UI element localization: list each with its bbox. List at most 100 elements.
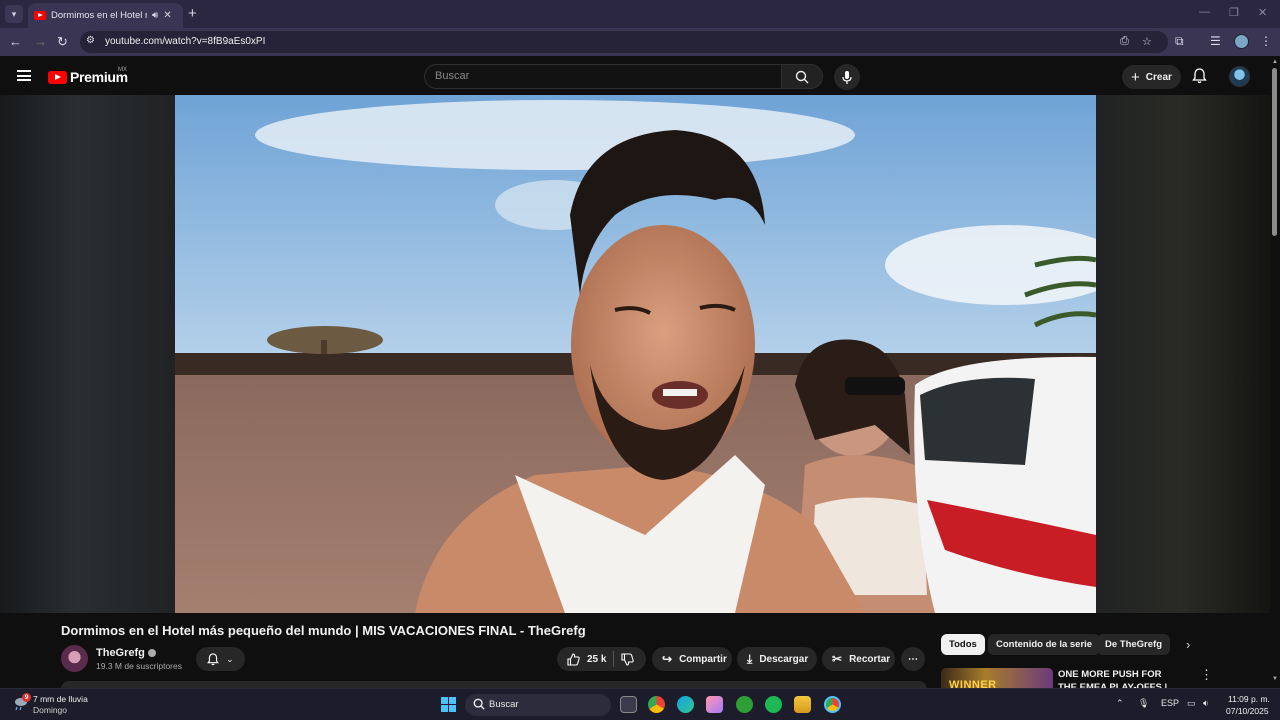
channel-avatar[interactable] — [61, 645, 88, 672]
channel-name-link[interactable]: TheGrefg — [96, 647, 156, 659]
download-label: Descargar — [759, 653, 809, 665]
video-player[interactable] — [175, 95, 1096, 613]
chip-de-thegrefg[interactable]: De TheGrefg — [1097, 634, 1171, 655]
language-indicator[interactable]: ESP — [1161, 698, 1179, 708]
create-label: Crear — [1145, 71, 1172, 83]
search-icon — [473, 698, 485, 710]
scrollbar-thumb[interactable] — [1272, 68, 1277, 236]
create-button[interactable]: + Crear — [1122, 65, 1181, 89]
weather-badge: 9 — [22, 693, 31, 702]
share-button[interactable]: ↪ Compartir — [652, 647, 732, 671]
new-tab-button[interactable]: + — [188, 5, 197, 22]
youtube-header: Premium MX Buscar + Crear — [0, 56, 1270, 95]
account-avatar[interactable] — [1229, 66, 1250, 87]
more-horizontal-icon: ⋯ — [908, 653, 918, 665]
taskbar-search-placeholder: Buscar — [489, 699, 519, 710]
windows-start-icon[interactable] — [441, 697, 456, 712]
download-icon: ⤓ — [747, 651, 753, 666]
clip-label: Recortar — [849, 653, 891, 665]
tab-search-menu-button[interactable]: ▾ — [5, 5, 23, 23]
tab-title: Dormimos en el Hotel más pequeño del mun… — [51, 10, 147, 21]
recommended-more-icon[interactable]: ⋮ — [1200, 667, 1213, 683]
restore-window-button[interactable]: ❐ — [1229, 6, 1239, 19]
chips-next-arrow-icon[interactable]: › — [1186, 637, 1190, 652]
clock-date[interactable]: 07/10/2025 — [1226, 706, 1269, 716]
share-label: Compartir — [679, 653, 727, 665]
thumbs-down-icon[interactable] — [621, 652, 635, 666]
youtube-favicon-icon — [34, 11, 46, 20]
weather-text[interactable]: 7 mm de lluvia — [33, 694, 88, 704]
browser-profile-avatar[interactable] — [1234, 34, 1249, 49]
channel-name: TheGrefg — [96, 647, 145, 659]
bell-icon — [207, 652, 220, 665]
site-info-icon[interactable]: ⚙ — [86, 35, 100, 49]
browser-tab-bar: ▾ Dormimos en el Hotel más pequeño del m… — [0, 0, 1280, 28]
chip-contenido-serie[interactable]: Contenido de la serie — [988, 634, 1101, 655]
clip-button[interactable]: ✂ Recortar — [822, 647, 895, 671]
scroll-up-arrow-icon[interactable]: ▲ — [1272, 59, 1278, 65]
network-icon[interactable]: ▭ — [1187, 698, 1196, 709]
search-icon — [795, 70, 809, 83]
menu-hamburger-icon[interactable] — [17, 70, 31, 81]
video-frame-image — [175, 95, 1096, 613]
youtube-play-logo-icon — [48, 70, 67, 84]
subscription-notifications-button[interactable]: ⌄ — [196, 647, 245, 671]
browser-menu-icon[interactable]: ⋮ — [1260, 34, 1272, 48]
voice-search-button[interactable] — [834, 64, 860, 90]
scissors-icon: ✂ — [832, 652, 843, 666]
recommended-video-title[interactable]: ONE MORE PUSH FOR THE EMEA PLAY-OFFS | L… — [1058, 668, 1180, 688]
close-tab-icon[interactable]: ✕ — [163, 10, 171, 21]
reading-list-icon[interactable]: ☰ — [1210, 34, 1221, 48]
like-count[interactable]: 25 k — [587, 654, 606, 665]
photos-app-icon[interactable] — [706, 696, 723, 713]
audio-playing-icon[interactable]: 🔊︎ — [152, 10, 158, 21]
more-actions-button[interactable]: ⋯ — [901, 647, 925, 671]
plus-icon: + — [1131, 68, 1140, 86]
search-button[interactable] — [781, 64, 823, 89]
edge-icon[interactable] — [677, 696, 694, 713]
volume-icon[interactable]: 🔉︎ — [1203, 698, 1209, 709]
bookmark-star-icon[interactable]: ☆ — [1142, 35, 1152, 48]
microphone-icon — [842, 70, 852, 84]
like-divider — [613, 651, 615, 667]
file-explorer-icon[interactable] — [794, 696, 811, 713]
download-button[interactable]: ⤓ Descargar — [737, 647, 817, 671]
thumbnail-text: WINNER — [949, 679, 997, 688]
clock-time[interactable]: 11:09 p. m. — [1228, 694, 1270, 704]
youtube-premium-logo[interactable]: Premium — [48, 69, 128, 85]
address-bar[interactable]: ⚙ youtube.com/watch?v=8fB9aEs0xPI ⎙ ☆ — [80, 31, 1168, 53]
spotify-icon[interactable] — [765, 696, 782, 713]
thumbs-up-icon[interactable] — [567, 652, 580, 666]
recommended-video-thumbnail[interactable]: WINNER — [941, 668, 1053, 688]
tray-overflow-icon[interactable]: ⌃ — [1116, 698, 1124, 709]
task-view-icon[interactable] — [620, 696, 637, 713]
windows-taskbar: 9 7 mm de lluvia Domingo Buscar ⌃ 🎙︎ ESP… — [0, 688, 1280, 720]
chevron-down-icon: ⌄ — [226, 653, 234, 664]
reload-icon[interactable]: ↻ — [57, 34, 68, 50]
taskbar-search-input[interactable]: Buscar — [465, 694, 611, 716]
share-arrow-icon: ↪ — [662, 652, 673, 666]
forward-icon[interactable]: → — [34, 34, 47, 49]
browser-tab[interactable]: Dormimos en el Hotel más pequeño del mun… — [28, 3, 183, 28]
close-window-button[interactable]: ✕ — [1258, 6, 1267, 19]
extensions-icon[interactable]: ⧉ — [1175, 34, 1184, 49]
notifications-bell-icon[interactable] — [1192, 68, 1207, 84]
minimize-window-button[interactable]: — — [1199, 6, 1210, 18]
install-app-icon[interactable]: ⎙ — [1120, 35, 1129, 48]
video-title: Dormimos en el Hotel más pequeño del mun… — [61, 623, 586, 638]
verified-badge-icon — [147, 649, 156, 658]
page-scrollbar[interactable]: ▲ ▼ — [1270, 56, 1280, 688]
scroll-down-arrow-icon[interactable]: ▼ — [1272, 676, 1278, 682]
search-input[interactable]: Buscar — [424, 64, 782, 89]
weather-day[interactable]: Domingo — [33, 705, 67, 715]
chip-todos[interactable]: Todos — [941, 634, 985, 655]
browser-toolbar: ← → ↻ ⚙ youtube.com/watch?v=8fB9aEs0xPI … — [0, 28, 1280, 56]
url-text[interactable]: youtube.com/watch?v=8fB9aEs0xPI — [105, 36, 265, 47]
xbox-icon[interactable] — [736, 696, 753, 713]
like-dislike-group: 25 k — [557, 647, 646, 671]
microphone-tray-icon[interactable]: 🎙︎ — [1138, 698, 1149, 709]
chrome-icon[interactable] — [648, 696, 665, 713]
back-icon[interactable]: ← — [9, 34, 22, 49]
chrome-active-icon[interactable] — [824, 696, 841, 713]
subscriber-count: 19.3 M de suscriptores — [96, 661, 182, 671]
